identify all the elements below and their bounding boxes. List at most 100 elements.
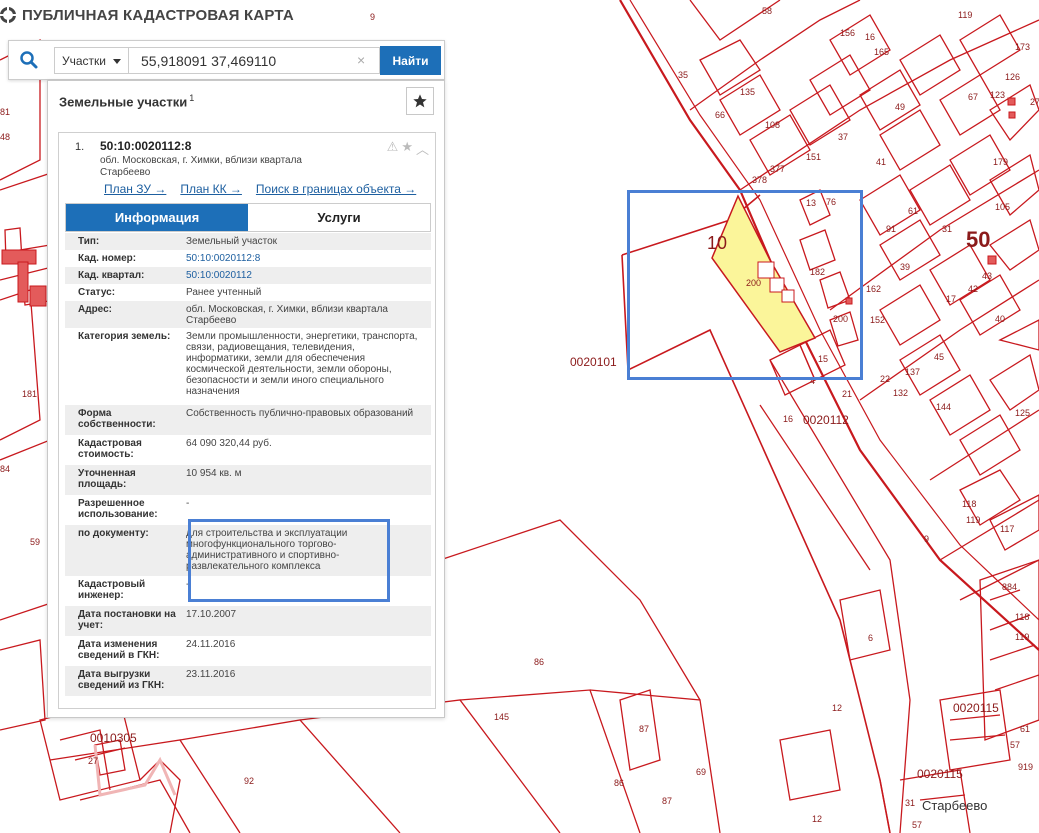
parcel-label: 81 (0, 107, 10, 117)
property-value: 64 090 320,44 руб. (186, 438, 272, 449)
result-cadastral-number[interactable]: 50:10:0020112:8 (100, 139, 191, 153)
property-key: по документу: (78, 528, 149, 539)
tab-info[interactable]: Информация (66, 204, 248, 231)
parcel-label: 39 (900, 262, 910, 272)
district-label: 50 (966, 227, 990, 252)
property-value: Земли промышленности, энергетики, трансп… (186, 331, 418, 397)
parcel-label: 119 (966, 515, 980, 525)
property-value: Собственность публично-правовых образова… (186, 408, 414, 419)
parcel-label: 6 (868, 633, 873, 643)
property-key: Дата изменения сведений в ГКН: (78, 639, 160, 661)
parcel-label: 57 (1010, 740, 1020, 750)
parcel-label: 378 (752, 175, 767, 185)
parcel-label: 58 (762, 6, 772, 16)
town-label: Старбеево (922, 798, 987, 813)
star-icon[interactable]: ★ (401, 139, 413, 158)
result-address: обл. Московская, г. Химки, вблизи кварта… (100, 155, 302, 178)
parcel-label: 4 (810, 376, 815, 386)
warning-icon[interactable]: ⚠ (387, 139, 399, 158)
quarter-label: 0020115 (953, 701, 999, 715)
property-row: Кад. квартал: 50:10:0020112 (65, 267, 431, 284)
parcel-label: 87 (639, 724, 649, 734)
chevron-down-icon (113, 59, 121, 64)
property-row: Кад. номер: 50:10:0020112:8 (65, 250, 431, 267)
parcel-label: 377 (770, 164, 785, 174)
quarter-label: 0020101 (570, 355, 617, 369)
property-key: Кад. квартал: (78, 270, 145, 281)
parcel-label: 119 (958, 10, 972, 20)
property-value: Земельный участок (186, 236, 278, 247)
property-key: Статус: (78, 287, 116, 298)
property-row: Разрешенное использование: - (65, 495, 431, 525)
favorite-button[interactable] (406, 87, 434, 115)
property-key: Кадастровый инженер: (78, 579, 146, 601)
tab-services[interactable]: Услуги (248, 204, 430, 231)
property-value: 10 954 кв. м (186, 468, 242, 479)
parcel-label: 37 (838, 132, 848, 142)
property-row: Дата постановки на учет: 17.10.2007 (65, 606, 431, 636)
parcel-label: 40 (995, 314, 1005, 324)
property-row: Форма собственности: Собственность публич… (65, 405, 431, 435)
property-key: Дата постановки на учет: (78, 609, 176, 631)
parcel-label: 16 (865, 32, 875, 42)
chevron-up-icon[interactable]: ︿ (416, 139, 429, 158)
parcel-label: 123 (990, 90, 1005, 100)
property-key: Тип: (78, 236, 100, 247)
parcel-label: 119 (1015, 632, 1029, 642)
panel-title: Земельные участки 1 (59, 93, 194, 109)
parcel-label: 181 (22, 389, 37, 399)
link-plan-zu[interactable]: План ЗУ → (104, 182, 166, 196)
property-key: Кад. номер: (78, 253, 137, 264)
search-input[interactable] (129, 47, 380, 74)
property-row: Уточненная площадь: 10 954 кв. м (65, 465, 431, 495)
parcel-label: 135 (740, 87, 755, 97)
parcel-label: 41 (876, 157, 886, 167)
parcel-label: 27 (88, 756, 98, 766)
parcel-label: 31 (905, 798, 915, 808)
property-key: Уточненная площадь: (78, 468, 136, 490)
search-icon[interactable] (19, 50, 39, 70)
parcel-label: 15 (818, 354, 828, 364)
property-value[interactable]: 50:10:0020112 (186, 270, 431, 281)
parcel-label: 22 (880, 374, 890, 384)
parcel-label: 118 (1015, 612, 1029, 622)
parcel-label: 173 (1015, 42, 1030, 52)
result-tabs: Информация Услуги (65, 203, 431, 232)
property-value: Ранее учтенный (186, 287, 262, 298)
search-bar: Участки × Найти (8, 40, 445, 80)
property-value: 24.11.2016 (186, 639, 236, 650)
link-search-bounds[interactable]: Поиск в границах объекта → (256, 182, 416, 196)
search-type-select[interactable]: Участки (54, 47, 129, 74)
find-button[interactable]: Найти (380, 46, 441, 75)
parcel-label: 137 (905, 367, 920, 377)
parcel-label: 156 (840, 28, 855, 38)
parcel-label: 66 (715, 110, 725, 120)
parcel-label: 117 (1000, 524, 1014, 534)
parcel-label: 108 (765, 120, 780, 130)
quarter-label: 0020115 (917, 767, 963, 781)
property-row: по документу: для строительства и эксплуа… (65, 525, 431, 576)
parcel-label: 49 (895, 102, 905, 112)
result-links: План ЗУ → План КК → Поиск в границах объ… (104, 182, 416, 196)
quarter-label: 0010305 (90, 731, 137, 745)
result-card: 1. 50:10:0020112:8 обл. Московская, г. Х… (58, 132, 436, 709)
card-actions: ⚠ ★ ︿ (387, 139, 429, 158)
property-row: Дата изменения сведений в ГКН: 24.11.2016 (65, 636, 431, 666)
clear-icon[interactable]: × (357, 52, 365, 68)
parcel-label: 17 (946, 294, 956, 304)
property-key: Разрешенное использование: (78, 498, 158, 520)
parcel-label: 27 (1030, 97, 1039, 107)
property-row: Кадастровая стоимость: 64 090 320,44 руб. (65, 435, 431, 465)
link-plan-kk[interactable]: План КК → (180, 182, 242, 196)
parcel-label: 31 (942, 224, 952, 234)
property-row: Дата выгрузки сведений из ГКН: 23.11.2016 (65, 666, 431, 696)
parcel-label: 9 (370, 12, 375, 22)
parcel-label: 125 (1015, 408, 1030, 418)
property-value[interactable]: 50:10:0020112:8 (186, 253, 431, 264)
property-value: 23.11.2016 (186, 669, 236, 680)
quarter-label: 0020112 (803, 413, 849, 427)
parcel-label: 42 (968, 284, 978, 294)
results-panel: Земельные участки 1 1. 50:10:0020112:8 об… (47, 80, 445, 718)
parcel-label: 91 (886, 224, 896, 234)
property-key: Категория земель: (78, 331, 171, 342)
